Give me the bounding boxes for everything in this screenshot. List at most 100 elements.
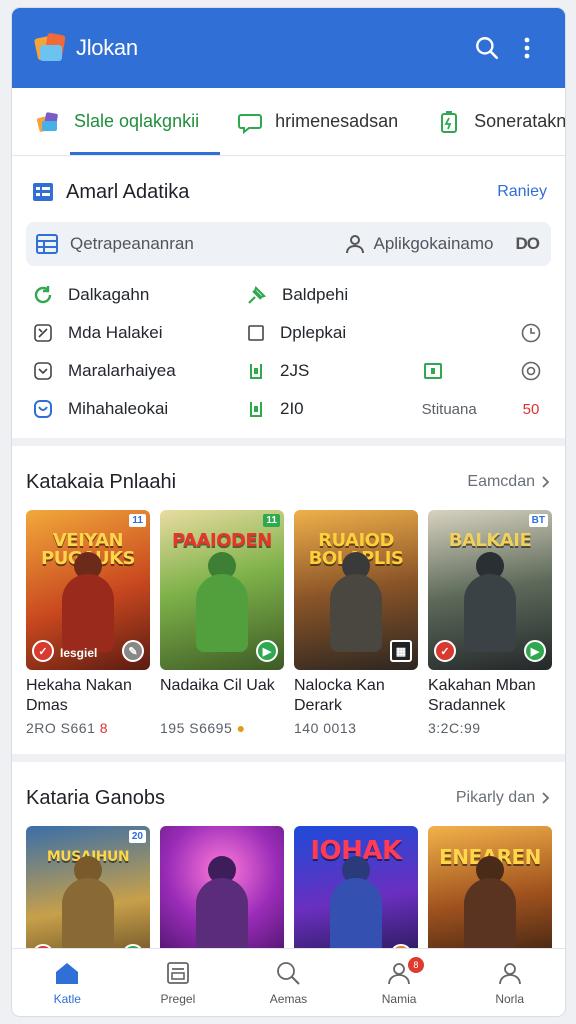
see-all-link[interactable]: Pikarly dan <box>456 789 551 807</box>
list-item[interactable]: Baldpehi <box>246 276 511 314</box>
tab-slale[interactable]: Slale oqlakgnkii <box>36 88 237 155</box>
battery-icon <box>441 110 458 133</box>
status-text: Stituana <box>421 400 477 418</box>
rating-tag: 11 <box>129 514 146 527</box>
nav-program[interactable]: Pregel <box>123 949 234 1016</box>
tab-generator[interactable]: Soneratakn <box>436 88 565 155</box>
game-cover: BT BALKAIE ✓ ▶ <box>428 510 552 670</box>
app-bar: Jlokan <box>12 8 565 88</box>
meta-value: 195 S6695 <box>160 720 233 736</box>
bracket-icon <box>250 402 262 417</box>
list-item[interactable]: Maralarhaiyea <box>26 352 246 390</box>
search-button[interactable] <box>467 28 507 68</box>
game-card[interactable]: BT BALKAIE ✓ ▶ Kakahan Mban Sradannek 3:… <box>428 510 552 736</box>
chat-bubble-icon <box>238 113 263 134</box>
notification-badge: 8 <box>407 957 424 973</box>
game-cover: 11 VEIYAN PUGAUKS ✓ Iesgiel ✎ <box>26 510 150 670</box>
list-item[interactable]: Dplepkai <box>246 314 511 352</box>
list-item-label: Mda Halakei <box>68 323 163 342</box>
section-header: Kataria Ganobs Pikarly dan <box>26 776 565 820</box>
games-row: 11 VEIYAN PUGAUKS ✓ Iesgiel ✎ Hekaha Nak… <box>26 510 565 736</box>
grid-badge-icon: ▦ <box>390 640 412 662</box>
list-item-label: Dplepkai <box>280 323 347 342</box>
document-icon <box>166 961 189 984</box>
game-cover: RUAIOD BOLAPLIS ▦ <box>294 510 418 670</box>
play-badge-icon: ▶ <box>256 640 278 662</box>
game-card[interactable]: 11 VEIYAN PUGAUKS ✓ Iesgiel ✎ Hekaha Nak… <box>26 510 150 736</box>
nav-label: Katle <box>53 991 81 1006</box>
list-item[interactable]: Mda Halakei <box>26 314 246 352</box>
table-icon <box>36 234 58 254</box>
square-dot-icon <box>424 363 443 379</box>
app-logo <box>33 31 68 65</box>
search-icon <box>476 37 499 60</box>
game-meta: 195 S6695 ● <box>160 720 284 736</box>
nav-home[interactable]: Katle <box>12 949 123 1016</box>
more-options-button[interactable] <box>507 28 547 68</box>
rating-tag: BT <box>528 514 548 527</box>
hot-badge-icon: ✓ <box>32 640 54 662</box>
pin-icon <box>248 285 267 304</box>
search-bar[interactable]: Qetrapeananran Aplikgokainamo DO <box>26 222 551 266</box>
coin-icon: ● <box>236 720 246 736</box>
list-item[interactable]: Mihahaleokai <box>26 390 246 428</box>
section-title: Katakaia Pnlaahi <box>26 470 177 493</box>
bottom-navigation: Katle Pregel Aemas 8 Namia Norla <box>12 948 565 1016</box>
list-item[interactable]: 2JS <box>246 352 511 390</box>
nav-search[interactable]: Aemas <box>233 949 344 1016</box>
meta-extra: 8 <box>99 720 109 736</box>
count-value: 50 <box>522 400 540 418</box>
nav-label: Namia <box>381 991 417 1006</box>
game-cover: 11 PAAIODEN ▶ <box>160 510 284 670</box>
game-name: Nalocka Kan Derark <box>294 677 385 714</box>
meta-value: 2RO S661 <box>26 720 96 736</box>
tab-bar: Slale oqlakgnkii hrimenesadsan Soneratak… <box>12 88 565 156</box>
list-item[interactable]: Dalkagahn <box>26 276 246 314</box>
nav-label: Pregel <box>160 991 196 1006</box>
popular-games-section: Katakaia Pnlaahi Eamcdan 11 VEIYAN PUGAU… <box>12 446 565 762</box>
list-item-label: 2JS <box>280 361 310 380</box>
list-item-label: Maralarhaiyea <box>68 361 176 380</box>
list-item-label: Dalkagahn <box>68 285 150 304</box>
nav-profile[interactable]: Norla <box>454 949 565 1016</box>
section-title: Amarl Adatika <box>66 180 190 203</box>
review-link[interactable]: Raniey <box>497 183 547 201</box>
game-card[interactable]: 11 PAAIODEN ▶ Nadaika Cil Uak 195 S6695 … <box>160 510 284 736</box>
chevron-down-box-icon <box>34 362 52 380</box>
cover-title: BALKAIE <box>448 530 532 551</box>
game-name: Nadaika Cil Uak <box>160 677 275 694</box>
nav-notifications[interactable]: 8 Namia <box>344 949 455 1016</box>
camera-switch-icon <box>521 361 541 381</box>
list-icon <box>33 183 53 201</box>
rating-tag: 11 <box>263 514 280 527</box>
list-item-label: Baldpehi <box>282 285 349 304</box>
books-icon <box>36 111 58 132</box>
app-title: Jlokan <box>76 35 138 60</box>
search-right-tag: DO <box>515 234 540 253</box>
see-all-link[interactable]: Eamcdan <box>467 473 551 491</box>
search-right-label: Aplikgokainamo <box>373 234 494 253</box>
user-icon <box>346 235 365 254</box>
chevron-right-icon <box>542 792 550 804</box>
game-card[interactable]: RUAIOD BOLAPLIS ▦ Nalocka Kan Derark 140… <box>294 510 418 736</box>
app-frame: Jlokan Slale oqlakgnkii hrimenesadsan So… <box>12 8 565 1016</box>
search-icon <box>277 961 301 985</box>
section-title: Kataria Ganobs <box>26 786 165 809</box>
info-section: Amarl Adatika Raniey Qetrapeananran Apli… <box>12 156 565 446</box>
categories-section: Kataria Ganobs Pikarly dan 20 MUSAIHUN ✓… <box>12 762 565 974</box>
game-meta: 2RO S661 8 <box>26 720 150 736</box>
nav-label: Norla <box>495 991 525 1006</box>
checkbox-icon <box>248 325 264 341</box>
list-item[interactable]: 2I0 Stituana <box>246 390 511 428</box>
hot-badge-icon: ✓ <box>434 640 456 662</box>
game-name: Kakahan Mban Sradannek <box>428 677 536 714</box>
rating-tag: 20 <box>128 830 146 843</box>
home-icon <box>56 962 79 984</box>
expand-icon <box>34 324 52 342</box>
search-placeholder: Qetrapeananran <box>70 234 194 253</box>
cover-title: PAAIODEN <box>172 530 272 551</box>
section-header: Amarl Adatika Raniey <box>26 174 551 210</box>
tab-messages[interactable]: hrimenesadsan <box>237 88 436 155</box>
nav-label: Aemas <box>269 991 308 1006</box>
edit-badge-icon: ✎ <box>122 640 144 662</box>
